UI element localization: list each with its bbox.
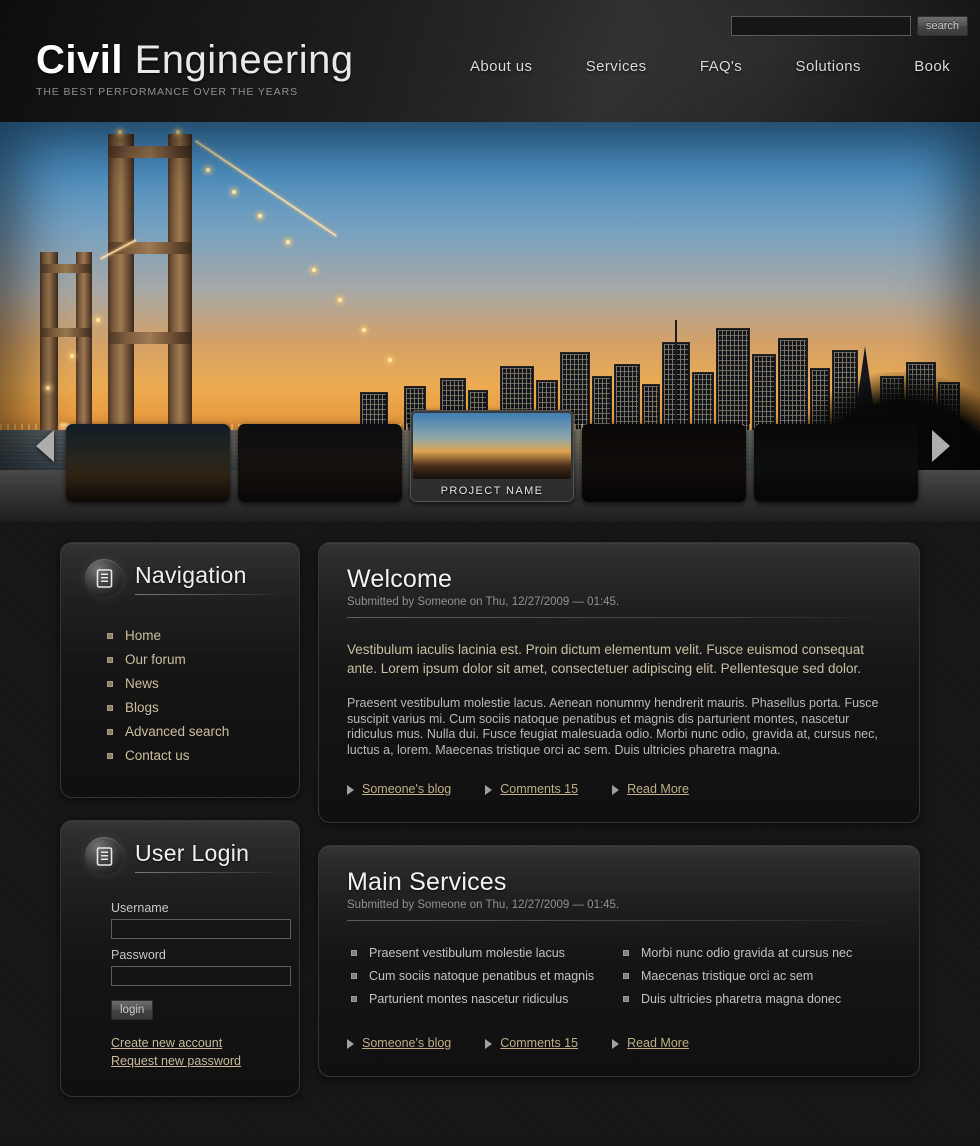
- search-area: search: [730, 16, 968, 36]
- sidebar-item-home[interactable]: Home: [107, 627, 161, 645]
- content-column: Welcome Submitted by Someone on Thu, 12/…: [318, 542, 920, 1077]
- list-item: Our forum: [107, 651, 281, 669]
- primary-nav: About us Services FAQ's Solutions Book: [470, 58, 980, 75]
- title-divider: [135, 593, 281, 595]
- login-button[interactable]: login: [111, 1000, 154, 1020]
- carousel-thumb[interactable]: [582, 424, 746, 502]
- comments-link[interactable]: Comments 15: [485, 782, 578, 796]
- services-columns: Praesent vestibulum molestie lacus Cum s…: [347, 943, 891, 1012]
- list-item: Cum sociis natoque penatibus et magnis: [347, 966, 619, 986]
- carousel-thumbs: PROJECT NAME: [66, 410, 918, 502]
- sidebar-item-blogs[interactable]: Blogs: [107, 699, 159, 717]
- sidebar-item-contact-us[interactable]: Contact us: [107, 747, 190, 765]
- footer-spacer: [0, 1097, 980, 1143]
- hero-banner: PROJECT NAME: [0, 122, 980, 522]
- carousel-prev-arrow-icon[interactable]: [36, 430, 54, 462]
- thumb-dim-overlay: [66, 424, 230, 502]
- logo-title: Civil Engineering: [36, 38, 354, 82]
- welcome-meta-links: Someone's blog Comments 15 Read More: [347, 782, 891, 796]
- request-new-password-link[interactable]: Request new password: [111, 1052, 281, 1070]
- main-services-article: Main Services Submitted by Someone on Th…: [318, 845, 920, 1077]
- welcome-title: Welcome: [347, 565, 453, 593]
- main-content: Navigation Home Our forum News Blogs Adv…: [0, 522, 980, 1143]
- nav-item-services[interactable]: Services: [586, 58, 647, 75]
- user-login-panel-header: User Login: [79, 837, 281, 875]
- read-more-link[interactable]: Read More: [612, 1036, 689, 1050]
- list-item: Praesent vestibulum molestie lacus: [347, 943, 619, 963]
- main-services-meta-links: Someone's blog Comments 15 Read More: [347, 1036, 891, 1050]
- login-form: Username Password login Create new accou…: [111, 901, 291, 1070]
- carousel-thumb[interactable]: [66, 424, 230, 502]
- create-new-account-link[interactable]: Create new account: [111, 1034, 281, 1052]
- services-column-right: Morbi nunc odio gravida at cursus nec Ma…: [619, 943, 891, 1012]
- list-item: Advanced search: [107, 723, 281, 741]
- section-divider: [347, 920, 891, 921]
- list-item: Parturient montes nascetur ridiculus: [347, 989, 619, 1009]
- logo-title-light: Engineering: [122, 38, 354, 82]
- welcome-body-paragraph: Praesent vestibulum molestie lacus. Aene…: [347, 696, 879, 757]
- list-item: News: [107, 675, 281, 693]
- nav-item-solutions[interactable]: Solutions: [796, 58, 861, 75]
- someones-blog-link[interactable]: Someone's blog: [347, 782, 451, 796]
- nav-item-about-us[interactable]: About us: [470, 58, 532, 75]
- user-login-panel: User Login Username Password login Creat…: [60, 820, 300, 1097]
- document-list-icon: [85, 837, 123, 875]
- search-input[interactable]: [730, 16, 911, 36]
- list-item: Contact us: [107, 747, 281, 765]
- someones-blog-link[interactable]: Someone's blog: [347, 1036, 451, 1050]
- thumb-dim-overlay: [582, 424, 746, 502]
- carousel-next-arrow-icon[interactable]: [932, 430, 950, 462]
- section-divider: [347, 617, 891, 618]
- welcome-lead-paragraph: Vestibulum iaculis lacinia est. Proin di…: [347, 642, 864, 676]
- list-item: Home: [107, 627, 281, 645]
- search-button[interactable]: search: [916, 16, 968, 36]
- navigation-panel: Navigation Home Our forum News Blogs Adv…: [60, 542, 300, 798]
- list-item: Blogs: [107, 699, 281, 717]
- document-list-icon: [85, 559, 123, 597]
- list-item: Maecenas tristique orci ac sem: [619, 966, 891, 986]
- services-column-left: Praesent vestibulum molestie lacus Cum s…: [347, 943, 619, 1012]
- carousel-thumb-active[interactable]: PROJECT NAME: [410, 410, 574, 502]
- list-item: Morbi nunc odio gravida at cursus nec: [619, 943, 891, 963]
- site-header: Civil Engineering THE BEST PERFORMANCE O…: [0, 0, 980, 122]
- user-login-panel-title: User Login: [135, 839, 250, 866]
- navigation-panel-title: Navigation: [135, 561, 247, 588]
- logo-title-bold: Civil: [36, 38, 123, 82]
- site-logo[interactable]: Civil Engineering THE BEST PERFORMANCE O…: [36, 38, 354, 98]
- password-label: Password: [111, 948, 166, 962]
- thumb-dim-overlay: [754, 424, 918, 502]
- project-carousel: PROJECT NAME: [0, 402, 980, 522]
- password-field[interactable]: [111, 966, 291, 986]
- logo-tagline: THE BEST PERFORMANCE OVER THE YEARS: [36, 86, 298, 98]
- title-divider: [135, 871, 281, 873]
- main-services-submitted-meta: Submitted by Someone on Thu, 12/27/2009 …: [347, 899, 620, 911]
- username-field[interactable]: [111, 919, 291, 939]
- sidebar-item-our-forum[interactable]: Our forum: [107, 651, 186, 669]
- nav-item-book[interactable]: Book: [914, 58, 950, 75]
- thumb-image: [413, 413, 571, 479]
- sidebar-item-news[interactable]: News: [107, 675, 159, 693]
- carousel-thumb[interactable]: [754, 424, 918, 502]
- welcome-article: Welcome Submitted by Someone on Thu, 12/…: [318, 542, 920, 823]
- comments-link[interactable]: Comments 15: [485, 1036, 578, 1050]
- navigation-panel-header: Navigation: [79, 559, 281, 597]
- sidebar-nav-list: Home Our forum News Blogs Advanced searc…: [107, 627, 281, 765]
- sidebar-item-advanced-search[interactable]: Advanced search: [107, 723, 229, 741]
- nav-item-faqs[interactable]: FAQ's: [700, 58, 742, 75]
- carousel-thumb[interactable]: [238, 424, 402, 502]
- username-label: Username: [111, 901, 169, 915]
- thumb-caption: PROJECT NAME: [440, 485, 544, 497]
- list-item: Duis ultricies pharetra magna donec: [619, 989, 891, 1009]
- read-more-link[interactable]: Read More: [612, 782, 689, 796]
- sidebar: Navigation Home Our forum News Blogs Adv…: [60, 542, 300, 1097]
- welcome-submitted-meta: Submitted by Someone on Thu, 12/27/2009 …: [347, 596, 620, 608]
- login-helper-links: Create new account Request new password: [111, 1034, 281, 1070]
- main-services-title: Main Services: [347, 868, 507, 896]
- thumb-dim-overlay: [238, 424, 402, 502]
